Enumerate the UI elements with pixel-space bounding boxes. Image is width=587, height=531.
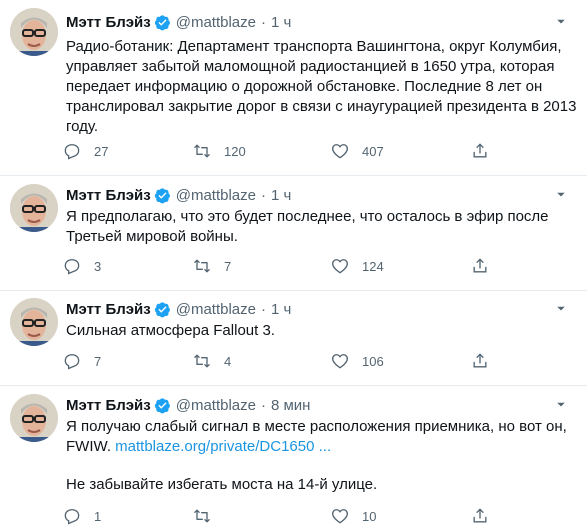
reply-count: 3 (94, 258, 102, 274)
verified-badge-icon (154, 301, 170, 317)
like-button[interactable]: 124 (330, 255, 384, 277)
author-name[interactable]: Мэтт Блэйз (66, 187, 151, 204)
avatar-image (10, 184, 58, 232)
tweet-link[interactable]: mattblaze.org/private/DC1650 ... (115, 438, 331, 455)
retweet-icon (194, 509, 210, 523)
separator-dot: · (260, 186, 266, 204)
reply-button[interactable]: 1 (62, 505, 101, 527)
timestamp[interactable]: 1 ч (271, 187, 291, 204)
author-handle[interactable]: @mattblaze (176, 187, 256, 204)
avatar-image (10, 298, 58, 346)
author-name[interactable]: Мэтт Блэйз (66, 14, 151, 31)
like-count: 10 (362, 508, 377, 524)
avatar[interactable] (10, 184, 58, 232)
like-button[interactable]: 10 (330, 505, 376, 527)
avatar-image (10, 394, 58, 442)
share-button[interactable] (470, 140, 490, 162)
reply-count: 7 (94, 353, 102, 369)
retweet-button[interactable]: 7 (192, 255, 231, 277)
tweet-text: Сильная атмосфера Fallout 3. (66, 321, 578, 341)
like-button[interactable]: 407 (330, 140, 384, 162)
share-icon (473, 258, 487, 273)
separator-dot: · (260, 13, 266, 31)
author-handle[interactable]: @mattblaze (176, 301, 256, 318)
retweet-button[interactable]: 120 (192, 140, 246, 162)
retweet-icon (194, 259, 210, 273)
reply-button[interactable]: 3 (62, 255, 101, 277)
tweet-header: Мэтт Блэйз @mattblaze · 1 ч (66, 299, 291, 319)
tweet-body: Радио-ботаник: Департамент транспорта Ва… (66, 38, 577, 135)
tweet-text: Радио-ботаник: Департамент транспорта Ва… (66, 37, 578, 137)
tweet-actions: 7 4 106 (62, 350, 502, 372)
reply-count: 27 (94, 143, 109, 159)
like-count: 124 (362, 258, 384, 274)
share-button[interactable] (470, 505, 490, 527)
heart-icon (332, 144, 348, 159)
tweet-actions: 1 10 (62, 505, 502, 527)
reply-icon (64, 509, 80, 525)
retweet-count: 4 (224, 353, 232, 369)
more-options-icon[interactable] (549, 299, 573, 319)
share-icon (473, 143, 487, 158)
tweet-actions: 27 120 407 (62, 140, 502, 162)
reply-icon (64, 354, 80, 370)
heart-icon (332, 509, 348, 524)
divider (0, 290, 587, 291)
reply-count: 1 (94, 508, 102, 524)
reply-icon (64, 259, 80, 275)
share-button[interactable] (470, 255, 490, 277)
tweet-header: Мэтт Блэйз @mattblaze · 1 ч (66, 12, 291, 32)
retweet-button[interactable]: 4 (192, 350, 231, 372)
more-options-icon[interactable] (549, 12, 573, 32)
tweet-header: Мэтт Блэйз @mattblaze · 8 мин (66, 395, 310, 415)
retweet-icon (194, 144, 210, 158)
divider (0, 385, 587, 386)
heart-icon (332, 354, 348, 369)
author-handle[interactable]: @mattblaze (176, 14, 256, 31)
verified-badge-icon (154, 397, 170, 413)
timestamp[interactable]: 1 ч (271, 14, 291, 31)
share-icon (473, 353, 487, 368)
tweet-header: Мэтт Блэйз @mattblaze · 1 ч (66, 185, 291, 205)
avatar-image (10, 8, 58, 56)
retweet-count: 120 (224, 143, 246, 159)
timestamp[interactable]: 1 ч (271, 301, 291, 318)
reply-button[interactable]: 7 (62, 350, 101, 372)
avatar[interactable] (10, 298, 58, 346)
separator-dot: · (260, 396, 266, 414)
share-button[interactable] (470, 350, 490, 372)
verified-badge-icon (154, 14, 170, 30)
tweet-text: Я получаю слабый сигнал в месте располож… (66, 417, 578, 495)
like-button[interactable]: 106 (330, 350, 384, 372)
retweet-button[interactable] (192, 505, 224, 527)
share-icon (473, 508, 487, 523)
divider (0, 175, 587, 176)
reply-button[interactable]: 27 (62, 140, 108, 162)
like-count: 407 (362, 143, 384, 159)
tweet-body: Сильная атмосфера Fallout 3. (66, 322, 275, 339)
verified-badge-icon (154, 187, 170, 203)
separator-dot: · (260, 300, 266, 318)
tweet-body-second: Не забывайте избегать моста на 14-й улиц… (66, 476, 378, 493)
like-count: 106 (362, 353, 384, 369)
retweet-icon (194, 354, 210, 368)
author-handle[interactable]: @mattblaze (176, 397, 256, 414)
tweet-body: Я предполагаю, что это будет последнее, … (66, 208, 549, 245)
author-name[interactable]: Мэтт Блэйз (66, 301, 151, 318)
reply-icon (64, 144, 80, 160)
more-options-icon[interactable] (549, 185, 573, 205)
timestamp[interactable]: 8 мин (271, 397, 311, 414)
retweet-count: 7 (224, 258, 232, 274)
avatar[interactable] (10, 394, 58, 442)
tweet-actions: 3 7 124 (62, 255, 502, 277)
more-options-icon[interactable] (549, 395, 573, 415)
avatar[interactable] (10, 8, 58, 56)
heart-icon (332, 259, 348, 274)
author-name[interactable]: Мэтт Блэйз (66, 397, 151, 414)
tweet-text: Я предполагаю, что это будет последнее, … (66, 207, 578, 247)
